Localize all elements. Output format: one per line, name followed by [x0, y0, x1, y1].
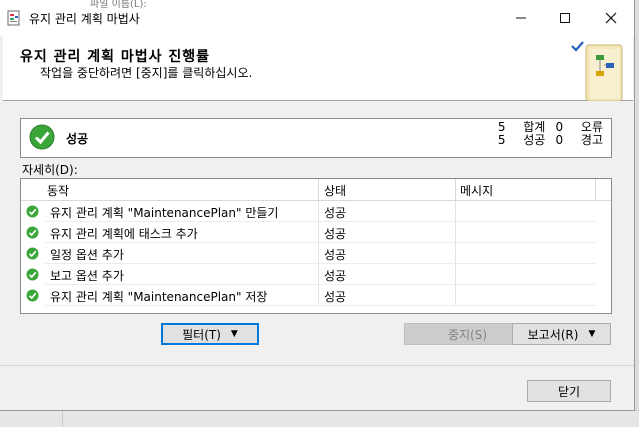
details-grid[interactable]: 동작 상태 메시지 유지 관리 계획 "MaintenancePlan" 만들기…: [20, 178, 612, 314]
wizard-header: 유지 관리 계획 마법사 진행률 작업을 중단하려면 [중지]를 클릭하십시오.: [3, 36, 633, 101]
success-check-icon: [26, 247, 39, 260]
filter-button[interactable]: 필터(T) ▼: [161, 323, 259, 345]
dropdown-arrow-icon: ▼: [230, 329, 238, 339]
stats-row-success: 5 성공 0 경고: [492, 134, 603, 147]
cell-divider: [318, 285, 319, 306]
background-footer: [0, 410, 639, 427]
column-divider[interactable]: [318, 179, 319, 200]
success-check-icon: [29, 124, 55, 150]
cell-divider: [318, 222, 319, 243]
row-action: 일정 옵션 추가: [50, 248, 124, 262]
maximize-button[interactable]: [542, 0, 588, 36]
warning-label: 경고: [580, 133, 603, 147]
minimize-icon: [516, 17, 526, 19]
success-label: 성공: [523, 133, 546, 147]
filter-button-label: 필터(T): [182, 327, 221, 342]
cell-divider: [455, 222, 456, 243]
footer-divider: [0, 365, 634, 366]
column-divider[interactable]: [455, 179, 456, 200]
grid-header: 동작 상태 메시지: [21, 179, 611, 201]
page-subtitle: 작업을 중단하려면 [중지]를 클릭하십시오.: [40, 66, 253, 80]
column-header-action[interactable]: 동작: [47, 182, 69, 199]
row-divider: [45, 305, 596, 306]
maximize-icon: [560, 13, 570, 23]
cell-divider: [455, 285, 456, 306]
page-title: 유지 관리 계획 마법사 진행률: [20, 49, 211, 65]
status-panel: 성공 5 합계 0 오류 5 성공 0 경고: [20, 118, 612, 158]
background-file-name-label: 파일 이름(L):: [90, 0, 147, 10]
cell-divider: [455, 201, 456, 222]
table-row[interactable]: 유지 관리 계획 "MaintenancePlan" 저장 성공: [21, 285, 596, 306]
close-window-button[interactable]: [588, 0, 634, 36]
dropdown-arrow-icon: ▼: [588, 329, 596, 339]
cell-divider: [318, 201, 319, 222]
row-status: 성공: [324, 290, 347, 304]
row-status: 성공: [324, 269, 347, 283]
success-count: 5: [497, 133, 506, 147]
column-header-message[interactable]: 메시지: [460, 182, 493, 199]
stop-button-label: 중지(S): [447, 327, 488, 342]
row-action: 유지 관리 계획 "MaintenancePlan" 만들기: [50, 206, 279, 220]
row-status: 성공: [324, 227, 347, 241]
table-row[interactable]: 일정 옵션 추가 성공: [21, 243, 596, 264]
close-button-label: 닫기: [557, 384, 581, 399]
success-check-icon: [26, 289, 39, 302]
cell-divider: [455, 243, 456, 264]
table-row[interactable]: 유지 관리 계획에 태스크 추가 성공: [21, 222, 596, 243]
report-button-label: 보고서(R): [527, 327, 579, 342]
success-check-icon: [26, 268, 39, 281]
warning-count: 0: [555, 133, 564, 147]
table-row[interactable]: 보고 옵션 추가 성공: [21, 264, 596, 285]
column-header-status[interactable]: 상태: [324, 182, 346, 199]
report-button[interactable]: 보고서(R) ▼: [512, 323, 611, 345]
close-icon: [605, 12, 617, 24]
minimize-button[interactable]: [498, 0, 544, 36]
wizard-dialog: 파일 이름(L): 유지 관리 계획 마법사 유지 관리 계획 마법사 진행률 …: [0, 0, 635, 411]
column-divider[interactable]: [595, 179, 596, 200]
wizard-graphic-icon: [571, 41, 623, 101]
row-status: 성공: [324, 206, 347, 220]
status-label: 성공: [66, 132, 89, 146]
cell-divider: [318, 264, 319, 285]
table-row[interactable]: 유지 관리 계획 "MaintenancePlan" 만들기 성공: [21, 201, 596, 222]
success-check-icon: [26, 205, 39, 218]
success-check-icon: [26, 226, 39, 239]
details-label: 자세히(D):: [22, 163, 78, 177]
close-button[interactable]: 닫기: [527, 380, 611, 402]
cell-divider: [455, 264, 456, 285]
window-title: 유지 관리 계획 마법사: [29, 12, 140, 26]
title-bar: 파일 이름(L): 유지 관리 계획 마법사: [0, 0, 634, 36]
cell-divider: [318, 243, 319, 264]
status-counts: 5 합계 0 오류 5 성공 0 경고: [492, 121, 603, 147]
row-action: 보고 옵션 추가: [50, 269, 124, 283]
row-status: 성공: [324, 248, 347, 262]
background-divider: [62, 411, 63, 427]
row-action: 유지 관리 계획에 태스크 추가: [50, 227, 198, 241]
maintenance-plan-icon: [7, 10, 20, 26]
row-action: 유지 관리 계획 "MaintenancePlan" 저장: [50, 290, 268, 304]
